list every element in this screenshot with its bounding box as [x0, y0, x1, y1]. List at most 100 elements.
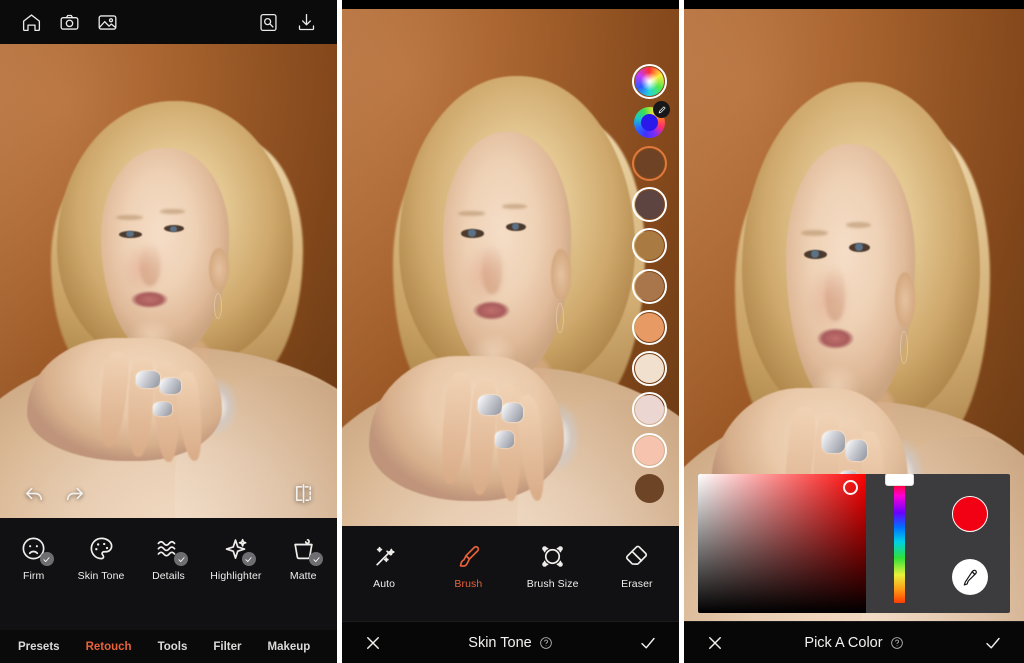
edit-pen-icon[interactable] — [653, 101, 670, 118]
tool-label: Skin Tone — [77, 570, 125, 582]
swatch-ring — [632, 146, 667, 181]
applied-badge — [309, 552, 324, 566]
eyedropper-icon[interactable] — [952, 559, 988, 595]
brush-tool-row: Auto Brush Brush Size Eraser — [342, 526, 679, 621]
applied-badge — [39, 552, 54, 566]
help-circle-icon[interactable] — [890, 636, 904, 650]
tool-label: Auto — [373, 578, 396, 590]
firm-face-icon — [18, 532, 54, 566]
tool-details[interactable]: Details — [136, 532, 200, 582]
eyebrow-right — [502, 203, 528, 210]
swatch-blush-pink[interactable] — [632, 392, 667, 427]
swatch-dark-plum[interactable] — [632, 187, 667, 222]
close-icon — [367, 636, 379, 649]
panel-editor-main: Firm Skin Tone Details Highlighter Matte… — [0, 0, 337, 663]
iris-left — [468, 229, 476, 237]
camera-icon[interactable] — [50, 7, 88, 37]
retouch-tool-row: Firm Skin Tone Details Highlighter Matte — [0, 518, 337, 630]
cancel-button[interactable] — [358, 628, 388, 658]
tab-retouch[interactable]: Retouch — [86, 641, 132, 653]
help-circle-icon[interactable] — [539, 636, 553, 650]
status-strip — [342, 0, 679, 9]
applied-badge — [174, 552, 189, 566]
earring — [899, 330, 908, 364]
current-color-swatch[interactable] — [632, 101, 670, 140]
swatch-light-salmon[interactable] — [632, 433, 667, 468]
selected-color-preview — [952, 496, 988, 532]
tool-skin-tone[interactable]: Skin Tone — [69, 532, 133, 582]
home-icon[interactable] — [12, 7, 50, 37]
photo-canvas[interactable] — [0, 44, 337, 518]
cancel-button[interactable] — [700, 628, 730, 658]
swatch-peach[interactable] — [632, 310, 667, 345]
action-bar-title-group: Skin Tone — [388, 635, 633, 651]
brush-size-icon — [537, 540, 569, 572]
swatch-ring — [632, 228, 667, 263]
tool-highlighter[interactable]: Highlighter — [204, 532, 268, 582]
gallery-icon[interactable] — [88, 7, 126, 37]
before-after-icon[interactable] — [283, 478, 323, 508]
tool-label: Highlighter — [210, 570, 262, 582]
tab-tools[interactable]: Tools — [158, 641, 188, 653]
undo-icon[interactable] — [14, 478, 54, 508]
ring-jewelry — [821, 431, 846, 454]
nose — [139, 243, 161, 286]
category-tab-bar: Presets Retouch Tools Filter Makeup Hair… — [0, 630, 337, 663]
hue-slider-column — [866, 474, 932, 613]
download-icon[interactable] — [287, 7, 325, 37]
redo-icon[interactable] — [54, 478, 94, 508]
swatch-brown-outline[interactable] — [632, 146, 667, 181]
ring-jewelry — [502, 402, 523, 422]
tab-filter[interactable]: Filter — [213, 641, 241, 653]
swatch-cream[interactable] — [632, 351, 667, 386]
tool-firm[interactable]: Firm — [2, 532, 66, 582]
panel-skin-tone-brush: Auto Brush Brush Size Eraser Skin Tone — [342, 0, 679, 663]
ring-jewelry — [160, 377, 181, 394]
swatch-fill — [635, 474, 664, 503]
swatch-ring — [632, 310, 667, 345]
swatch-ring — [632, 351, 667, 386]
tool-eraser[interactable]: Eraser — [605, 540, 669, 590]
action-bar: Pick A Color — [684, 621, 1024, 663]
swatch-ring — [632, 433, 667, 468]
tool-brush-size[interactable]: Brush Size — [521, 540, 585, 590]
check-icon — [986, 637, 1000, 649]
confirm-button[interactable] — [633, 628, 663, 658]
matte-bucket-icon — [287, 532, 324, 566]
tab-makeup[interactable]: Makeup — [268, 641, 311, 653]
iris-left — [126, 230, 134, 237]
check-icon — [641, 637, 655, 649]
swatch-ring — [632, 392, 667, 427]
applied-badge — [241, 552, 256, 566]
swatch-warm-brown[interactable] — [632, 269, 667, 304]
hue-slider-knob[interactable] — [884, 474, 914, 486]
action-bar: Skin Tone — [342, 621, 679, 663]
tool-matte[interactable]: Matte — [271, 532, 335, 582]
magic-wand-icon — [368, 540, 400, 572]
photo-canvas[interactable] — [342, 9, 679, 568]
tool-auto[interactable]: Auto — [352, 540, 416, 590]
swatch-ring — [632, 64, 667, 99]
tool-label: Matte — [289, 570, 317, 582]
ring-jewelry — [153, 401, 173, 417]
saturation-value-field[interactable] — [698, 474, 866, 613]
eyebrow-right — [845, 221, 871, 229]
color-wheel-swatch[interactable] — [632, 64, 667, 99]
earring — [555, 303, 564, 334]
eyebrow-right — [160, 208, 186, 214]
swatch-deep-brown[interactable] — [635, 474, 664, 503]
hue-slider[interactable] — [884, 474, 914, 603]
swatch-tan[interactable] — [632, 228, 667, 263]
compare-search-icon[interactable] — [249, 7, 287, 37]
tab-presets[interactable]: Presets — [18, 641, 60, 653]
tool-brush[interactable]: Brush — [436, 540, 500, 590]
confirm-button[interactable] — [978, 628, 1008, 658]
nose — [825, 266, 846, 322]
close-icon — [709, 636, 721, 649]
ear — [550, 249, 572, 300]
picker-side-column — [932, 474, 1010, 613]
sv-selector-knob[interactable] — [843, 480, 858, 495]
tab-hair[interactable]: Hair — [336, 641, 337, 653]
tool-label: Firm — [22, 570, 45, 582]
brush-icon — [452, 540, 484, 572]
